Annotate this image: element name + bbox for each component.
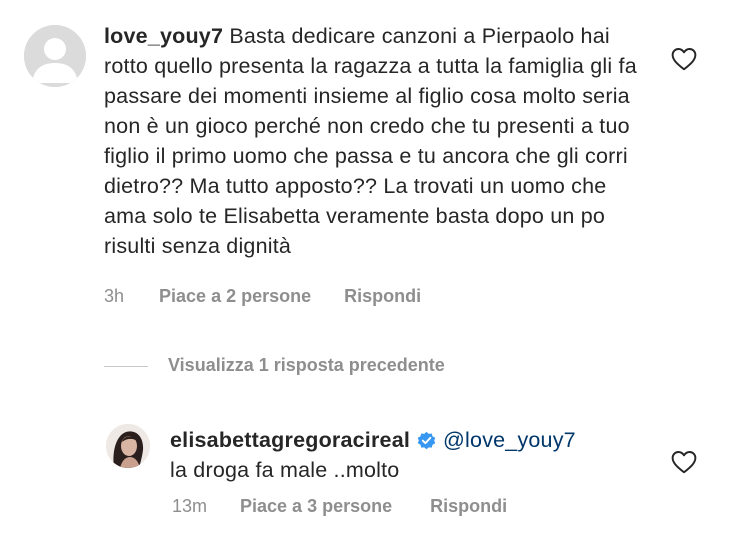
reply-text: la droga fa male ..molto <box>170 458 400 482</box>
comment-likes[interactable]: Piace a 2 persone <box>159 286 311 307</box>
heart-outline-icon <box>671 48 697 71</box>
comment-meta: 3h Piace a 2 persone Rispondi <box>104 286 421 307</box>
heart-outline-icon <box>671 451 697 474</box>
reply-likes[interactable]: Piace a 3 persone <box>240 496 392 517</box>
avatar-elisabetta[interactable] <box>106 424 150 468</box>
reply-reply-button[interactable]: Rispondi <box>430 496 507 517</box>
reply-time[interactable]: 13m <box>172 496 207 517</box>
comment-username[interactable]: love_youy7 <box>104 24 223 48</box>
view-replies-button[interactable]: Visualizza 1 risposta precedente <box>168 355 445 376</box>
reply-meta: 13m Piace a 3 persone Rispondi <box>172 496 507 517</box>
default-avatar-icon <box>24 25 86 87</box>
comment-text: Basta dedicare canzoni a Pierpaolo hai r… <box>104 24 637 258</box>
verified-badge-icon <box>417 431 436 449</box>
comment-reply-button[interactable]: Rispondi <box>344 286 421 307</box>
like-comment-button[interactable] <box>671 47 697 71</box>
replies-divider <box>104 366 148 367</box>
reply-username[interactable]: elisabettagregoracireal <box>170 425 410 455</box>
comment-body: love_youy7 Basta dedicare canzoni a Pier… <box>104 21 644 261</box>
mention-link[interactable]: @love_youy7 <box>443 425 576 455</box>
avatar-default[interactable] <box>24 25 86 87</box>
like-reply-button[interactable] <box>671 450 697 474</box>
reply-header: elisabettagregoracireal @love_youy7 <box>170 425 576 455</box>
comment-time[interactable]: 3h <box>104 286 124 307</box>
profile-photo-icon <box>106 424 150 468</box>
